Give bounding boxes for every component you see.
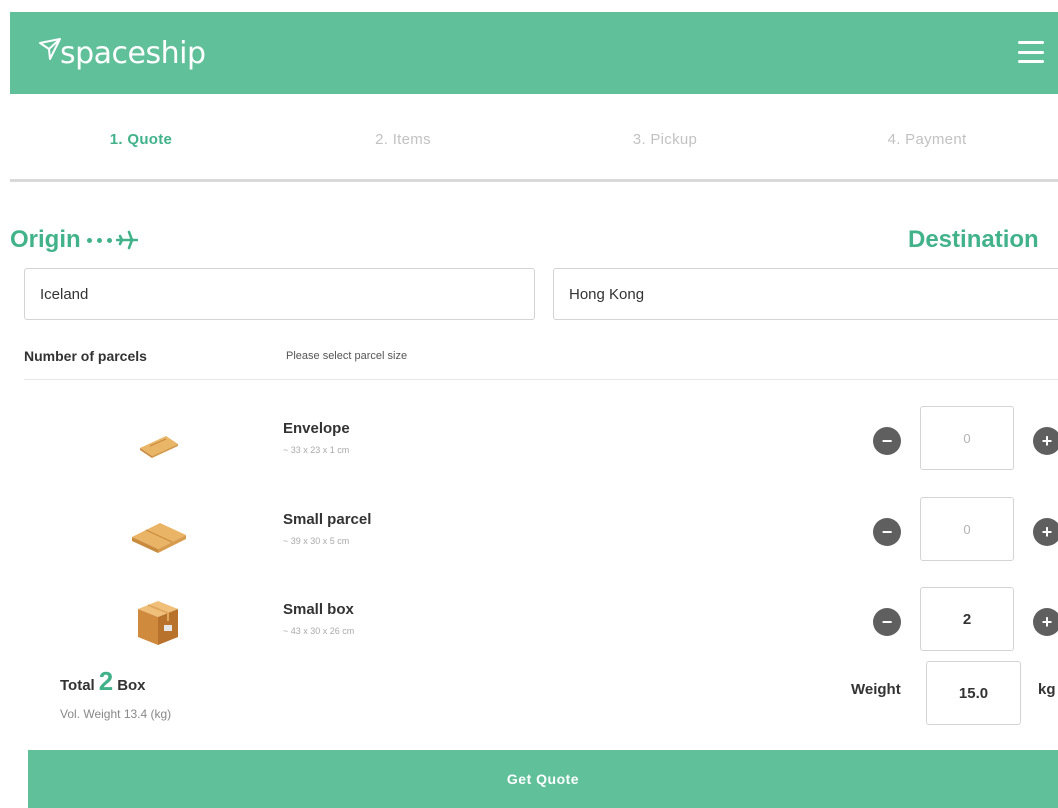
total-summary: Total 2 Box — [60, 666, 146, 696]
parcels-hint: Please select parcel size — [286, 350, 408, 362]
increment-button[interactable]: + — [1033, 518, 1058, 546]
parcel-dims: ~ 39 x 30 x 5 cm — [283, 536, 350, 546]
weight-label: Weight — [851, 681, 901, 698]
hamburger-menu-icon[interactable] — [1018, 41, 1044, 63]
step-pickup[interactable]: 3. Pickup — [534, 131, 796, 148]
step-items[interactable]: 2. Items — [272, 131, 534, 148]
parcel-name: Small box — [283, 601, 354, 618]
parcels-label: Number of parcels — [24, 348, 147, 364]
origin-title-text: Origin — [10, 226, 81, 253]
parcel-dims: ~ 33 x 23 x 1 cm — [283, 445, 350, 455]
quantity-input[interactable]: 0 — [920, 406, 1014, 470]
weight-unit: kg — [1038, 681, 1056, 698]
decrement-button[interactable]: − — [873, 608, 901, 636]
decrement-button[interactable]: − — [873, 518, 901, 546]
parcels-header: Number of parcels Please select parcel s… — [24, 348, 1058, 380]
parcel-row-small-box: Small box ~ 43 x 30 x 26 cm − 2 + — [0, 581, 1058, 661]
parcel-name: Small parcel — [283, 511, 372, 528]
logo[interactable]: spaceship — [38, 36, 206, 71]
total-count: 2 — [98, 666, 114, 696]
step-payment[interactable]: 4. Payment — [796, 131, 1058, 148]
logo-text: spaceship — [60, 35, 206, 71]
destination-title: Destination — [908, 226, 1039, 253]
envelope-icon — [140, 436, 178, 458]
total-label: Total — [60, 677, 95, 694]
decrement-button[interactable]: − — [873, 427, 901, 455]
weight-input[interactable]: 15.0 — [926, 661, 1021, 725]
checkout-steps: 1. Quote 2. Items 3. Pickup 4. Payment — [10, 100, 1058, 182]
app-header: spaceship — [10, 12, 1058, 94]
paper-plane-icon — [39, 38, 61, 60]
airplane-icon — [115, 230, 138, 250]
quantity-input[interactable]: 0 — [920, 497, 1014, 561]
get-quote-button[interactable]: Get Quote — [28, 750, 1058, 808]
total-unit: Box — [117, 677, 146, 694]
parcel-row-envelope: Envelope ~ 33 x 23 x 1 cm − 0 + — [0, 400, 1058, 480]
origin-title: Origin — [10, 226, 138, 254]
small-box-icon — [138, 601, 178, 645]
route-dots — [86, 237, 112, 243]
step-quote[interactable]: 1. Quote — [10, 131, 272, 148]
parcel-name: Envelope — [283, 420, 350, 437]
volumetric-weight: Vol. Weight 13.4 (kg) — [60, 707, 172, 721]
parcel-row-small-parcel: Small parcel ~ 39 x 30 x 5 cm − 0 + — [0, 491, 1058, 571]
origin-input[interactable]: Iceland — [24, 268, 535, 320]
increment-button[interactable]: + — [1033, 608, 1058, 636]
parcel-dims: ~ 43 x 30 x 26 cm — [283, 626, 355, 636]
increment-button[interactable]: + — [1033, 427, 1058, 455]
quantity-input[interactable]: 2 — [920, 587, 1014, 651]
destination-input[interactable]: Hong Kong — [553, 268, 1058, 320]
small-parcel-icon — [132, 523, 186, 553]
